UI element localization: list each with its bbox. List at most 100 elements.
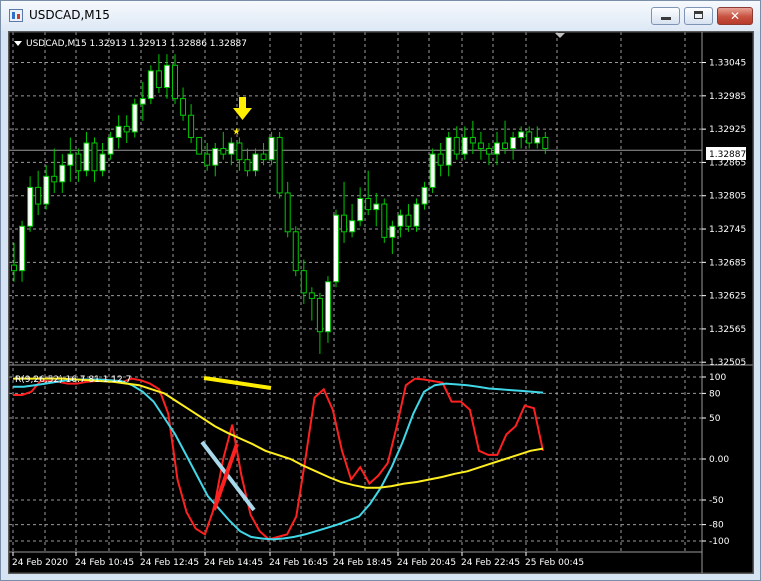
maximize-icon bbox=[694, 11, 703, 19]
chart-area[interactable]: USDCAD,M15 1.32913 1.32913 1.32886 1.328… bbox=[8, 31, 754, 574]
chart-shift-marker-icon[interactable] bbox=[555, 33, 565, 38]
candle-body bbox=[91, 142, 98, 172]
candle-body bbox=[373, 203, 380, 211]
candle-body bbox=[542, 136, 549, 150]
candle-body bbox=[204, 153, 211, 166]
candle-body bbox=[244, 159, 251, 172]
candle-body bbox=[131, 103, 138, 133]
chart-window-icon bbox=[9, 9, 23, 22]
close-icon: ✕ bbox=[729, 9, 741, 23]
candle-body bbox=[115, 125, 122, 138]
chart-canvas[interactable]: USDCAD,M15 1.32913 1.32913 1.32886 1.328… bbox=[8, 31, 754, 574]
candle-body bbox=[284, 192, 291, 233]
candle-body bbox=[365, 198, 372, 211]
time-tick-label: 24 Feb 18:45 bbox=[333, 558, 392, 568]
candle-body bbox=[35, 186, 42, 205]
candle-body bbox=[212, 148, 219, 166]
candle-body bbox=[196, 136, 203, 155]
candle-body bbox=[502, 142, 509, 150]
candle-body bbox=[341, 214, 348, 233]
maximize-button[interactable] bbox=[684, 7, 713, 25]
candle-body bbox=[188, 114, 195, 138]
time-tick-label: 24 Feb 2020 bbox=[12, 558, 68, 568]
candle-body bbox=[75, 153, 82, 172]
candle-body bbox=[349, 220, 356, 233]
minimize-button[interactable] bbox=[651, 7, 680, 25]
candle-body bbox=[147, 70, 154, 100]
candle-body bbox=[236, 142, 243, 161]
candle-body bbox=[123, 125, 130, 133]
candle-body bbox=[59, 164, 66, 183]
price-tick-label: 1.32745 bbox=[709, 225, 746, 235]
indicator-tick-label: 0.00 bbox=[709, 455, 729, 465]
candle-body bbox=[268, 136, 275, 161]
down-arrow-icon[interactable] bbox=[233, 97, 252, 120]
candle-body bbox=[139, 98, 146, 105]
candle-body bbox=[292, 231, 299, 272]
candle-body bbox=[67, 153, 74, 166]
title-bar[interactable]: USDCAD,M15 ✕ bbox=[1, 1, 760, 31]
price-tick-label: 1.32985 bbox=[709, 92, 746, 102]
price-tick-label: 1.32505 bbox=[709, 358, 746, 368]
candle-body bbox=[180, 98, 187, 116]
candle-body bbox=[172, 64, 178, 100]
price-tick-label: 1.32865 bbox=[709, 158, 746, 168]
candle-body bbox=[453, 136, 460, 155]
price-tick-label: 1.32685 bbox=[709, 258, 746, 268]
price-panel-header: USDCAD,M15 1.32913 1.32913 1.32886 1.328… bbox=[26, 39, 247, 49]
candle-body bbox=[510, 136, 517, 150]
candle-body bbox=[333, 214, 339, 283]
indicator-tick-label: 50 bbox=[709, 414, 721, 424]
candle-body bbox=[437, 153, 444, 166]
candle-body bbox=[252, 153, 259, 172]
candle-body bbox=[51, 175, 58, 183]
candle-body bbox=[324, 281, 331, 333]
indicator-tick-label: -100 bbox=[709, 537, 730, 547]
indicator-tick-label: 100 bbox=[709, 373, 726, 383]
time-tick-label: 24 Feb 12:45 bbox=[140, 558, 199, 568]
chart-window: USDCAD,M15 ✕ USDCAD,M15 1.32913 1.32913 … bbox=[0, 0, 761, 581]
candle-body bbox=[19, 225, 26, 272]
candle-body bbox=[155, 70, 162, 88]
star-icon[interactable]: ★ bbox=[232, 127, 240, 137]
price-tick-label: 1.32625 bbox=[709, 292, 746, 302]
collapse-triangle-icon[interactable] bbox=[14, 41, 22, 46]
time-tick-label: 24 Feb 16:45 bbox=[269, 558, 328, 568]
candle-body bbox=[526, 131, 533, 144]
candle-body bbox=[99, 153, 106, 172]
time-tick-label: 24 Feb 14:45 bbox=[204, 558, 263, 568]
candle-body bbox=[228, 142, 235, 155]
candle-body bbox=[469, 136, 476, 144]
candle-body bbox=[534, 136, 541, 144]
candle-body bbox=[260, 153, 267, 161]
candle-body bbox=[316, 297, 323, 333]
time-tick-label: 24 Feb 20:45 bbox=[397, 558, 456, 568]
minimize-icon bbox=[661, 17, 671, 20]
candle-body bbox=[445, 136, 452, 166]
fast-line bbox=[13, 377, 544, 541]
chart-border bbox=[8, 31, 754, 574]
indicator-tick-label: 80 bbox=[709, 389, 721, 399]
candle-body bbox=[397, 214, 404, 227]
time-tick-label: 24 Feb 10:45 bbox=[75, 558, 134, 568]
price-tick-label: 1.32925 bbox=[709, 125, 746, 135]
candle-body bbox=[389, 225, 396, 238]
candle-body bbox=[477, 142, 484, 150]
price-tick-label: 1.32565 bbox=[709, 325, 746, 335]
candle-body bbox=[83, 142, 90, 172]
candle-body bbox=[405, 214, 412, 227]
time-tick-label: 25 Feb 00:45 bbox=[525, 558, 584, 568]
indicator-panel-header: R(9,26,52) 16.7 81.1 12.7 bbox=[15, 375, 131, 385]
close-button[interactable]: ✕ bbox=[717, 7, 753, 25]
indicator-tick-label: -80 bbox=[709, 521, 724, 531]
candle-body bbox=[27, 186, 34, 227]
candle-body bbox=[518, 131, 525, 138]
price-tick-label: 1.32805 bbox=[709, 192, 746, 202]
candle-body bbox=[163, 64, 170, 88]
indicator-tick-label: -50 bbox=[709, 496, 724, 506]
candle-body bbox=[461, 136, 468, 155]
candle-body bbox=[421, 186, 428, 205]
candle-body bbox=[429, 153, 436, 188]
candle-body bbox=[308, 292, 315, 299]
candle-body bbox=[11, 264, 17, 272]
